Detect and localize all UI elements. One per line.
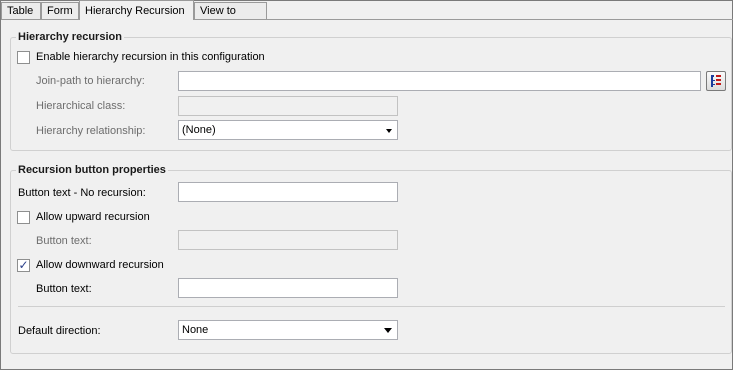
recursion-button-properties-group: Recursion button properties Button text … bbox=[10, 163, 732, 354]
tab-bar: Table Form Hierarchy Recursion View to O… bbox=[1, 0, 733, 34]
default-direction-select[interactable]: None bbox=[178, 320, 398, 340]
window-frame: Table Form Hierarchy Recursion View to O… bbox=[0, 0, 733, 370]
allow-downward-checkbox[interactable]: ✓ bbox=[17, 258, 30, 272]
default-direction-value: None bbox=[182, 324, 209, 336]
divider bbox=[18, 306, 725, 307]
allow-downward-label: Allow downward recursion bbox=[36, 259, 164, 271]
upward-button-text-input[interactable] bbox=[178, 230, 398, 250]
no-recursion-input[interactable] bbox=[178, 182, 398, 202]
chevron-down-icon bbox=[384, 328, 392, 333]
hierarchical-class-label: Hierarchical class: bbox=[36, 100, 126, 112]
join-path-browse-button[interactable] bbox=[706, 71, 726, 91]
hierarchy-recursion-title: Hierarchy recursion bbox=[16, 30, 124, 44]
downward-button-text-label: Button text: bbox=[36, 283, 92, 295]
enable-hierarchy-checkbox[interactable] bbox=[17, 51, 30, 64]
allow-upward-label: Allow upward recursion bbox=[36, 211, 150, 223]
join-path-label: Join-path to hierarchy: bbox=[36, 75, 145, 87]
tab-view-to-open[interactable]: View to Open bbox=[194, 2, 267, 34]
hierarchy-relationship-value: (None) bbox=[182, 124, 216, 136]
hierarchy-relationship-select[interactable]: (None) bbox=[178, 120, 398, 140]
chevron-down-icon bbox=[386, 129, 392, 133]
hierarchy-recursion-group: Hierarchy recursion Enable hierarchy rec… bbox=[10, 30, 732, 151]
join-path-input[interactable] bbox=[178, 71, 701, 91]
hierarchical-class-input[interactable] bbox=[178, 96, 398, 116]
allow-upward-checkbox[interactable] bbox=[17, 211, 30, 224]
tab-panel: Hierarchy recursion Enable hierarchy rec… bbox=[1, 20, 732, 369]
no-recursion-label: Button text - No recursion: bbox=[18, 187, 146, 199]
tab-form[interactable]: Form bbox=[41, 2, 79, 19]
tab-hierarchy-recursion[interactable]: Hierarchy Recursion bbox=[79, 0, 194, 20]
default-direction-label: Default direction: bbox=[18, 325, 101, 337]
hierarchy-tree-icon bbox=[711, 75, 721, 87]
downward-button-text-input[interactable] bbox=[178, 278, 398, 298]
enable-hierarchy-label: Enable hierarchy recursion in this confi… bbox=[36, 51, 265, 63]
hierarchy-relationship-label: Hierarchy relationship: bbox=[36, 125, 146, 137]
recursion-button-properties-title: Recursion button properties bbox=[16, 163, 168, 177]
upward-button-text-label: Button text: bbox=[36, 235, 92, 247]
checkmark-icon: ✓ bbox=[18, 258, 29, 272]
tab-table[interactable]: Table bbox=[1, 2, 41, 19]
